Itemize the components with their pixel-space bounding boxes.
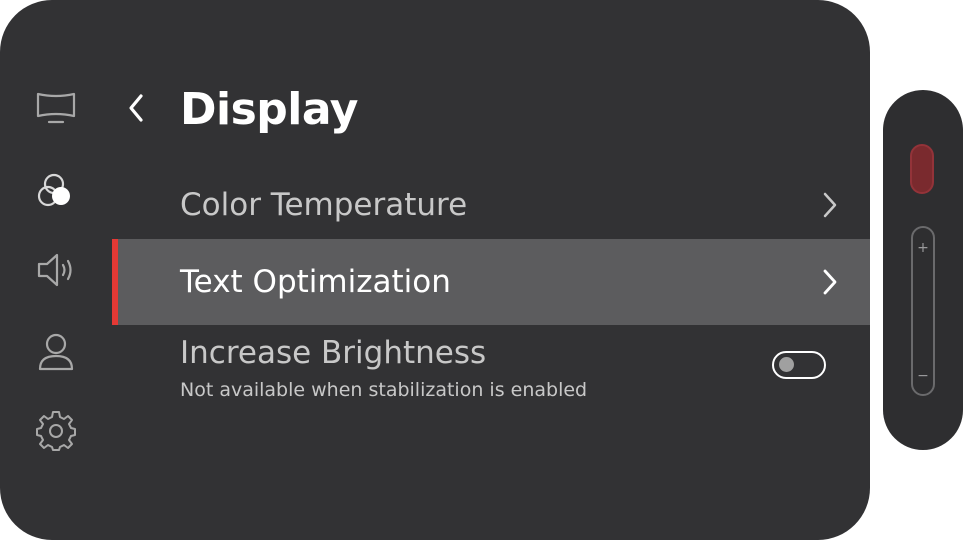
user-icon-graphic <box>38 333 74 371</box>
menu-item-label: Increase Brightness <box>180 335 487 371</box>
chevron-right-icon <box>818 185 842 225</box>
user-icon[interactable] <box>34 330 78 374</box>
gear-icon-graphic <box>36 411 76 451</box>
side-control-panel: + − <box>883 90 963 450</box>
color-circles-icon[interactable] <box>34 168 78 212</box>
menu-item-color-temperature[interactable]: Color Temperature <box>112 172 870 238</box>
zoom-slider[interactable]: + − <box>911 226 935 396</box>
toggle-knob <box>779 357 794 372</box>
menu-item-description: Not available when stabilization is enab… <box>180 379 588 401</box>
speaker-icon[interactable] <box>34 248 78 292</box>
selection-indicator <box>112 239 118 325</box>
speaker-icon-graphic <box>37 253 72 287</box>
zoom-in-icon[interactable]: + <box>913 240 933 256</box>
record-button[interactable] <box>910 144 934 194</box>
gear-icon[interactable] <box>34 408 78 452</box>
monitor-icon[interactable] <box>34 86 78 130</box>
page-title: Display <box>180 84 358 135</box>
chevron-right-icon <box>818 262 842 302</box>
increase-brightness-toggle[interactable] <box>772 351 826 379</box>
menu-item-label: Text Optimization <box>180 264 451 300</box>
display-settings-panel: Display Color Temperature Text Optimizat… <box>0 0 870 540</box>
zoom-out-icon[interactable]: − <box>913 368 933 384</box>
back-button[interactable] <box>118 88 154 128</box>
menu-item-label: Color Temperature <box>180 187 468 223</box>
menu-item-text-optimization[interactable]: Text Optimization <box>112 239 870 325</box>
chevron-left-icon <box>129 94 143 122</box>
color-circles-icon-graphic <box>37 173 70 207</box>
monitor-icon-graphic <box>36 92 76 124</box>
menu-item-increase-brightness: Increase Brightness Not available when s… <box>112 330 870 414</box>
